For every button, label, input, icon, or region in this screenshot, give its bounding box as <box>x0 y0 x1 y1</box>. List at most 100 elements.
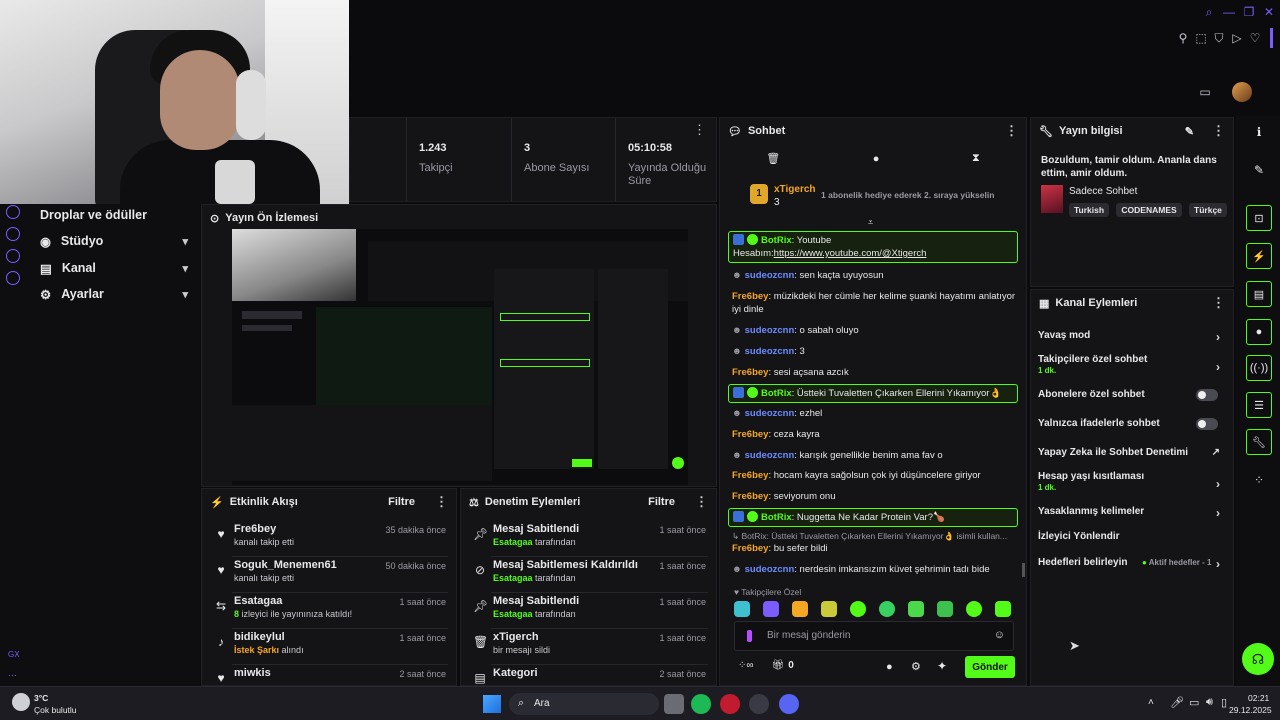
volume-icon[interactable]: 🔊︎ <box>1206 696 1213 709</box>
tray-chevron-icon[interactable]: ˄ <box>1148 697 1154 708</box>
send-button[interactable]: Gönder <box>965 656 1015 678</box>
action-emotes-only[interactable]: Yalnızca ifadelerle sohbet <box>1038 418 1228 430</box>
network-icon[interactable]: ▭ <box>1189 696 1199 709</box>
emote-icon[interactable] <box>763 601 779 617</box>
speech-bubble-icon[interactable]: ● <box>873 153 880 165</box>
moderation-item[interactable]: 🗑︎ xTigerch bir mesajı sildi 1 saat önce <box>461 631 716 666</box>
action-raid[interactable]: İzleyici Yönlendir <box>1038 531 1228 542</box>
spotify-icon[interactable] <box>691 694 711 714</box>
tag[interactable]: Turkish <box>1069 203 1110 217</box>
puzzle-icon[interactable]: ✦ <box>937 659 947 673</box>
kebab-icon[interactable]: ⋮ <box>695 494 708 510</box>
shield-icon[interactable]: ⛉ <box>1212 31 1226 45</box>
scrollbar[interactable] <box>1022 563 1025 577</box>
chat-message[interactable]: BotRix: Üstteki Tuvaletten Çıkarken Elle… <box>728 384 1018 403</box>
chat-message[interactable]: Fre6bey: müzikdeki her cümle her kelime … <box>732 290 1020 316</box>
close-icon[interactable]: ✕ <box>1262 5 1276 19</box>
nav-studio[interactable]: ◉ Stüdyo ▾ <box>40 230 190 252</box>
chat-link[interactable]: https://www.youtube.com/@Xtigerch <box>774 248 927 259</box>
nav-channel[interactable]: ▤ Kanal ▾ <box>40 257 190 279</box>
moderation-item[interactable]: 📌︎ Mesaj Sabitlendi Esatagaa tarafından … <box>461 523 716 558</box>
points-icon[interactable]: ⁘ <box>1246 467 1272 493</box>
info-icon[interactable]: ℹ <box>1246 119 1272 145</box>
preview-screen[interactable] <box>232 229 688 485</box>
emote-icon[interactable] <box>966 601 982 617</box>
taskview-icon[interactable] <box>664 694 684 714</box>
chat-message[interactable]: ☻ sudeozcnn: sen kaçta uyuyosun <box>732 269 1020 282</box>
snapshot-icon[interactable]: ⬚ <box>1194 31 1208 45</box>
minimize-icon[interactable]: — <box>1222 5 1236 19</box>
chat-message[interactable]: ☻ sudeozcnn: nerdesin imkansızım küvet ş… <box>732 563 1020 576</box>
chat-message[interactable]: BotRix: Nuggetta Ne Kadar Protein Var?🍗 <box>728 508 1018 527</box>
tag[interactable]: Türkçe <box>1189 203 1227 217</box>
nav-drops[interactable]: Droplar ve ödüller <box>40 204 190 226</box>
clock-icon[interactable] <box>6 227 20 241</box>
emote-icon[interactable] <box>995 601 1011 617</box>
clip-icon[interactable]: ⊡ <box>1246 205 1272 231</box>
steam-icon[interactable] <box>749 694 769 714</box>
category-name[interactable]: Sadece Sohbet <box>1069 186 1137 197</box>
chat-icon[interactable]: ● <box>1246 319 1272 345</box>
action-followers-only[interactable]: Takipçilere özel sohbet 1 dk. › <box>1038 354 1228 376</box>
chat-message[interactable]: Fre6bey: bu sefer bildi <box>732 542 1020 555</box>
kebab-icon[interactable]: ⋮ <box>1212 123 1225 139</box>
action-banned-words[interactable]: Yasaklanmış kelimeler › <box>1038 506 1228 520</box>
moderation-item[interactable]: ⊘ Mesaj Sabitlemesi Kaldırıldı Esatagaa … <box>461 559 716 594</box>
chat-message[interactable]: ☻ sudeozcnn: karışık genellikle benim am… <box>732 449 1020 462</box>
chat-message[interactable]: ☻ sudeozcnn: ezhel <box>732 407 1020 420</box>
action-slow-mode[interactable]: Yavaş mod › <box>1038 330 1228 344</box>
chat-message[interactable]: ☻ sudeozcnn: 3 <box>732 345 1020 358</box>
pin-icon[interactable]: ⚲ <box>1176 31 1190 45</box>
chat-message[interactable]: ☻ sudeozcnn: o sabah oluyo <box>732 324 1020 337</box>
emote-icon[interactable] <box>792 601 808 617</box>
emote-icon[interactable] <box>937 601 953 617</box>
clock-date[interactable]: 29.12.2025 <box>1229 705 1272 715</box>
lightning-icon[interactable]: ⚡ <box>1246 243 1272 269</box>
battery-icon[interactable]: ▯ <box>1221 696 1227 709</box>
action-subscribers-only[interactable]: Abonelere özel sohbet <box>1038 389 1228 401</box>
more-icon[interactable]: ⋯ <box>8 670 17 681</box>
windows-start-icon[interactable] <box>483 695 501 713</box>
gear-icon[interactable]: ⚙ <box>911 660 921 673</box>
chat-bubble-icon[interactable]: ● <box>886 661 893 673</box>
support-icon[interactable]: ☊ <box>1242 643 1274 675</box>
emote-icon[interactable] <box>821 601 837 617</box>
toggle-switch[interactable] <box>1196 418 1218 430</box>
activity-filter-button[interactable]: Filtre <box>388 496 415 508</box>
hourglass-icon[interactable]: ⧗ <box>972 152 980 165</box>
kebab-icon[interactable]: ⋮ <box>435 494 448 510</box>
emoji-icon[interactable]: ☺ <box>994 629 1005 641</box>
activity-item[interactable]: ⇆ Esatagaa 8 izleyici ile yayınınıza kat… <box>202 595 456 630</box>
emote-icon[interactable] <box>734 601 750 617</box>
action-account-age[interactable]: Hesap yaşı kısıtlaması 1 dk. › <box>1038 471 1228 493</box>
document-icon[interactable]: ▤ <box>1246 281 1272 307</box>
edit-icon[interactable]: ✎ <box>1185 125 1194 138</box>
broadcast-icon[interactable]: ((·)) <box>1246 355 1272 381</box>
weather-icon[interactable] <box>12 693 30 711</box>
clock-time[interactable]: 02:21 <box>1248 693 1269 703</box>
chat-input[interactable]: Bir mesaj gönderin ☺ <box>734 621 1014 651</box>
toggle-switch[interactable] <box>1196 389 1218 401</box>
nav-settings[interactable]: ⚙ Ayarlar ▾ <box>40 283 190 305</box>
activity-item[interactable]: ♪ bidikeylul İstek Şarkı alındı 1 saat ö… <box>202 631 456 666</box>
moderation-item[interactable]: 📌︎ Mesaj Sabitlendi Esatagaa tarafından … <box>461 595 716 630</box>
heart-icon[interactable]: ♡ <box>1248 31 1262 45</box>
search-icon[interactable]: ⌕ <box>1202 5 1216 19</box>
action-goals[interactable]: Hedefleri belirleyin ● Aktif hedefler - 1… <box>1038 557 1228 571</box>
chat-message[interactable]: Fre6bey: hocam kayra sağolsun çok iyi dü… <box>732 469 1020 482</box>
activity-item[interactable]: ♥ Fre6bey kanalı takip etti 35 dakika ön… <box>202 523 456 558</box>
wrench-icon[interactable]: 🔧︎ <box>1246 429 1272 455</box>
trash-icon[interactable]: 🗑︎ <box>766 152 780 165</box>
chat-message[interactable]: Fre6bey: ceza kayra <box>732 428 1020 441</box>
activity-item[interactable]: ♥ Soguk_Menemen61 kanalı takip etti 50 d… <box>202 559 456 594</box>
moderation-filter-button[interactable]: Filtre <box>648 496 675 508</box>
play-icon[interactable]: ▷ <box>1230 31 1244 45</box>
emote-icon[interactable] <box>850 601 866 617</box>
edit-icon[interactable]: ✎ <box>1246 157 1272 183</box>
layout-icon[interactable]: ☰ <box>1246 392 1272 418</box>
chat-message[interactable]: BotRix: Youtube Hesabım:https://www.yout… <box>728 231 1018 263</box>
discord-icon[interactable] <box>779 694 799 714</box>
stream-key-icon[interactable]: ▭ <box>1198 85 1212 99</box>
drop-icon[interactable] <box>6 205 20 219</box>
action-ai-moderation[interactable]: Yapay Zeka ile Sohbet Denetimi ↗ <box>1038 447 1228 458</box>
